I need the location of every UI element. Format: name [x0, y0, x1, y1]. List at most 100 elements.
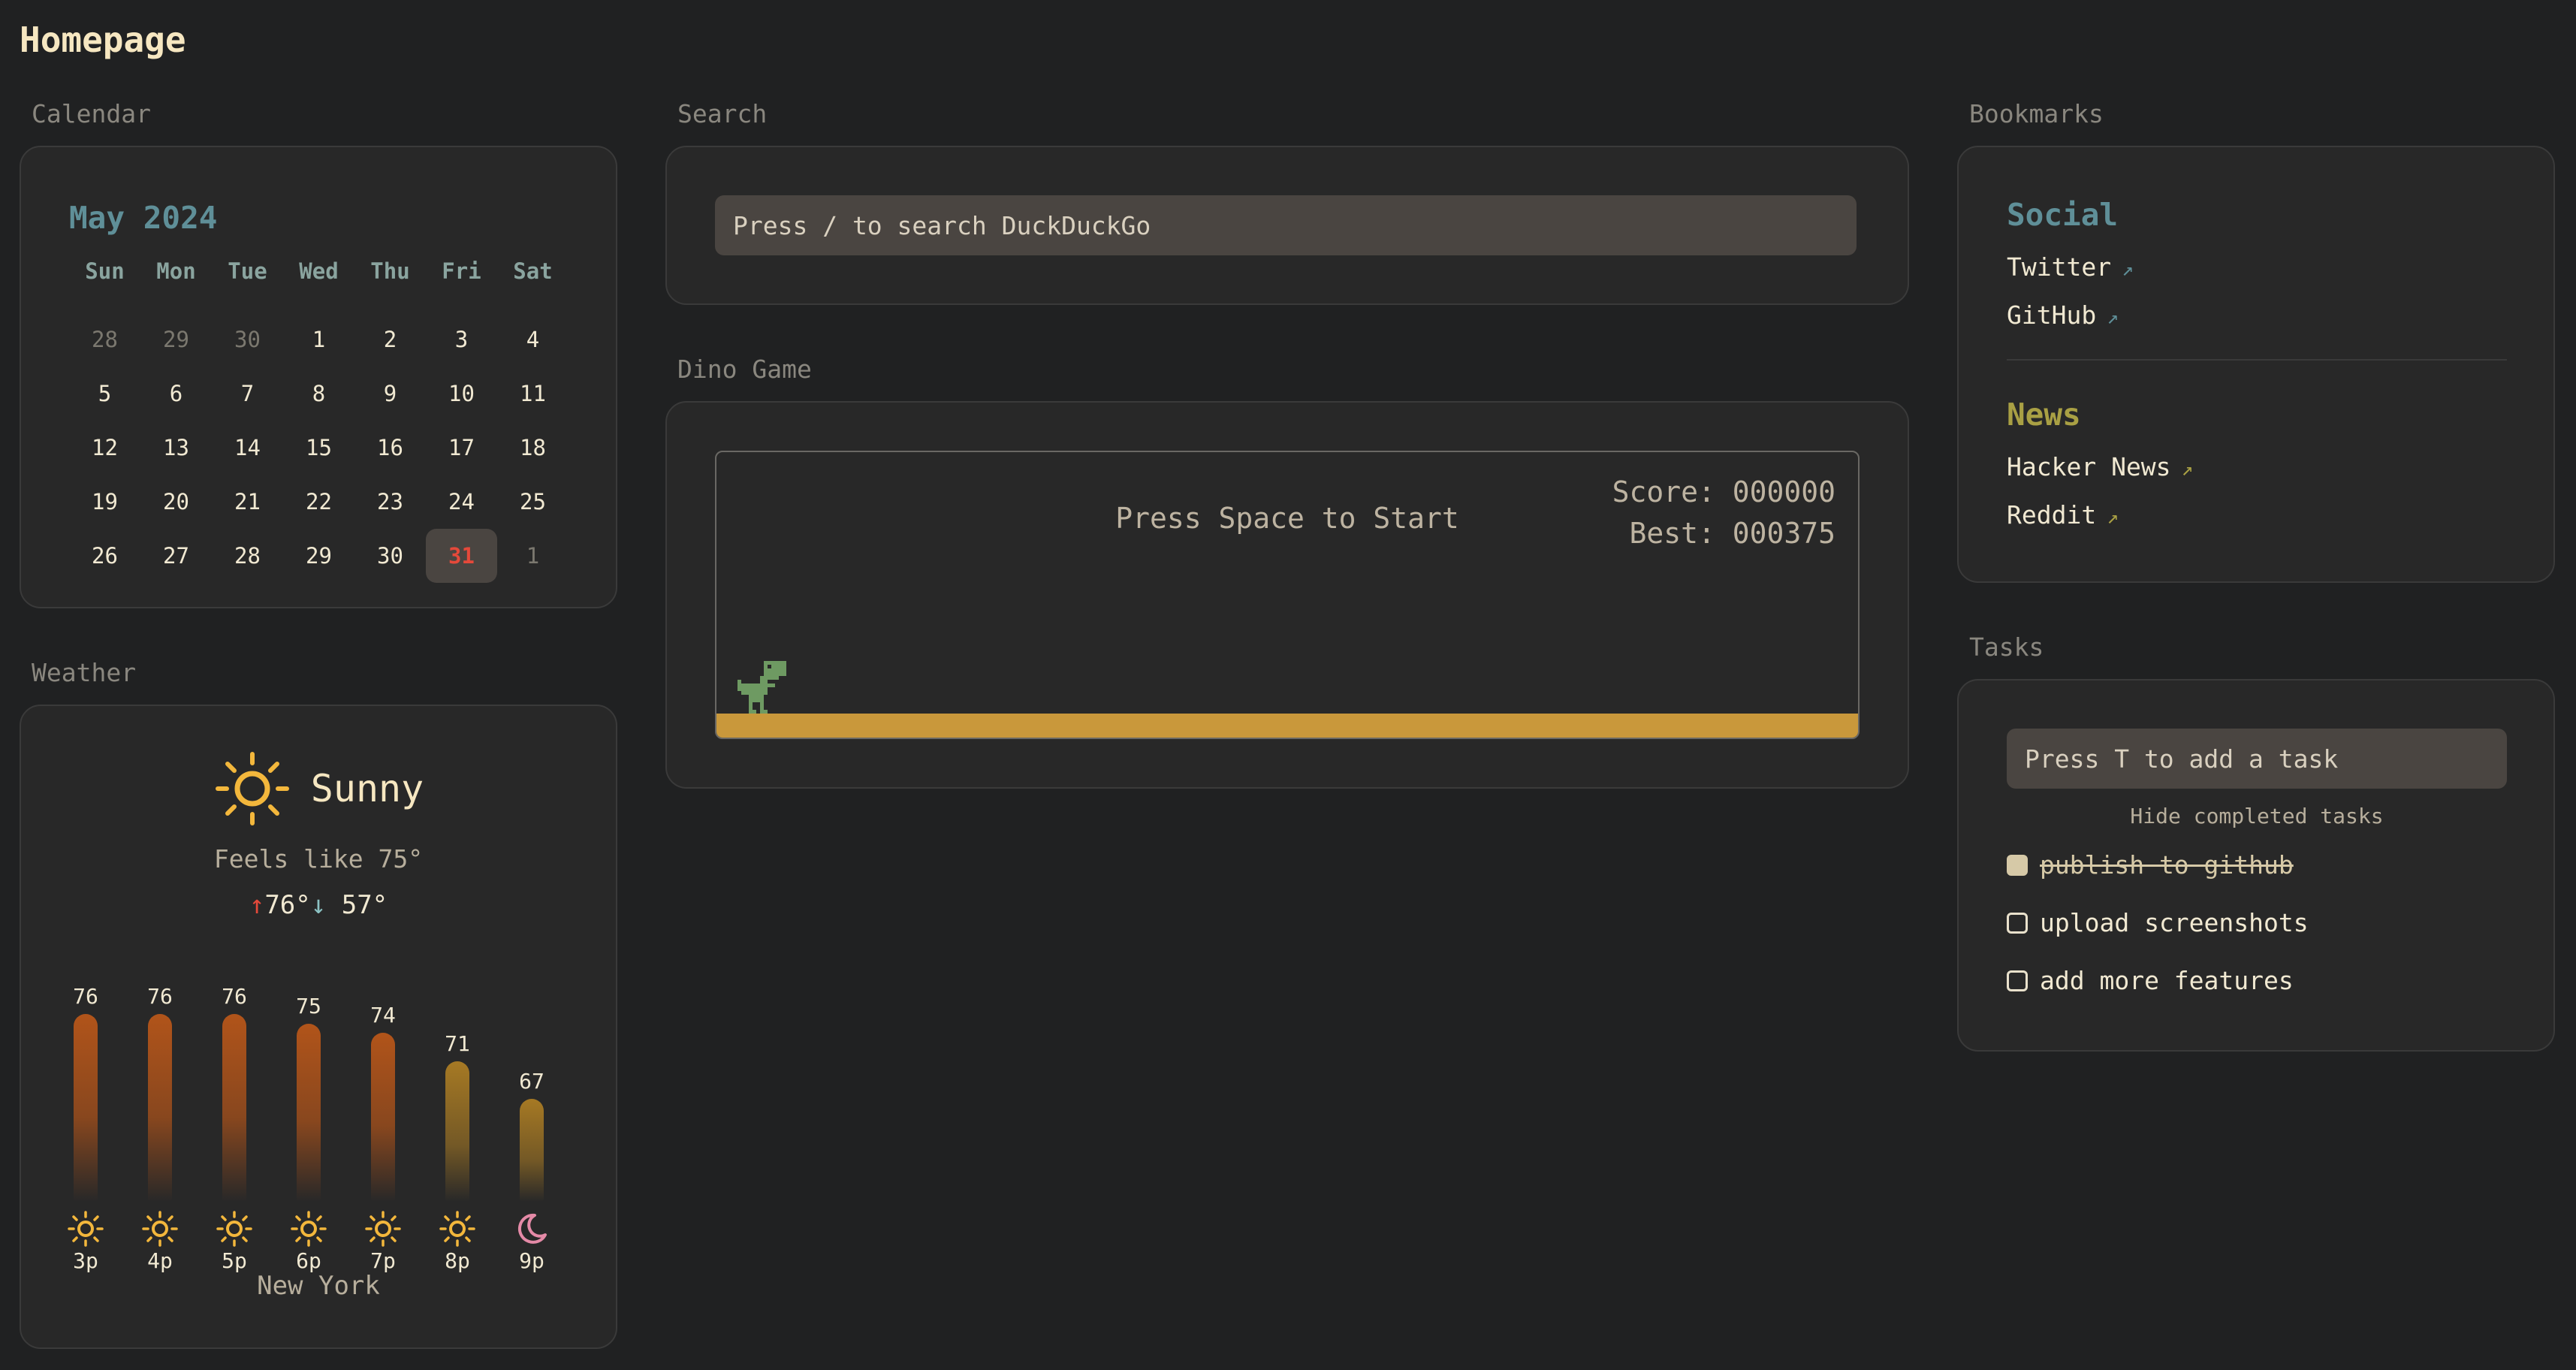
page-title: Homepage — [20, 20, 186, 60]
calendar-label: Calendar — [32, 99, 151, 128]
low-temp: 57° — [341, 890, 388, 920]
calendar-weekday: Fri — [442, 258, 481, 284]
calendar-day: 23 — [377, 489, 403, 515]
calendar-day: 29 — [163, 327, 189, 352]
calendar-day: 1 — [312, 327, 326, 352]
bookmark-group-social: Social — [2007, 197, 2119, 233]
calendar-weekday: Thu — [370, 258, 410, 284]
hourly-temp: 75 — [296, 993, 321, 1018]
sun-icon — [216, 1211, 252, 1247]
bookmarks-card: Social Twitter ↗ GitHub ↗ News Hacker News… — [1957, 146, 2555, 583]
calendar-day: 9 — [383, 381, 397, 406]
calendar-day: 18 — [520, 435, 546, 460]
dino-game-canvas[interactable]: Press Space to Start Score: 000000 Best:… — [715, 451, 1860, 739]
calendar-day: 12 — [92, 435, 118, 460]
sun-icon — [68, 1211, 104, 1247]
calendar-month: May 2024 — [69, 200, 218, 236]
calendar-day: 1 — [526, 543, 540, 569]
bookmark-divider — [2007, 359, 2507, 361]
hourly-time: 9p — [519, 1248, 544, 1273]
calendar-day: 20 — [163, 489, 189, 515]
task-input[interactable] — [2007, 729, 2507, 789]
task-checkbox[interactable] — [2007, 912, 2028, 934]
feels-like: Feels like 75° — [213, 844, 424, 874]
external-link-icon: ↗ — [2107, 506, 2119, 529]
calendar-weekday: Tue — [228, 258, 267, 284]
calendar-day: 26 — [92, 543, 118, 569]
search-label: Search — [677, 99, 768, 128]
task-item[interactable]: publish to github — [2007, 850, 2294, 880]
high-temp: 76° — [264, 890, 311, 920]
arrow-down-icon: ↓ — [310, 890, 327, 920]
weather-city: New York — [257, 1271, 380, 1301]
task-text: add more features — [2040, 966, 2294, 995]
weather-label: Weather — [32, 658, 137, 687]
hourly-item: 76 4p — [142, 954, 178, 1273]
hourly-temp: 74 — [370, 1003, 396, 1028]
calendar-today: 31 — [426, 529, 497, 583]
bookmark-reddit[interactable]: Reddit ↗ — [2007, 500, 2119, 530]
task-checkbox[interactable] — [2007, 854, 2028, 876]
sun-icon — [365, 1211, 401, 1247]
calendar-day: 8 — [312, 381, 326, 406]
bookmark-label: Hacker News — [2007, 452, 2171, 481]
hourly-item: 71 8p — [439, 954, 475, 1273]
hourly-time: 5p — [222, 1248, 247, 1273]
calendar-day: 27 — [163, 543, 189, 569]
calendar-day: 19 — [92, 489, 118, 515]
bookmark-label: GitHub — [2007, 300, 2097, 330]
calendar-day: 21 — [234, 489, 261, 515]
temperature-bar — [222, 1014, 246, 1202]
dino-label: Dino Game — [677, 355, 812, 384]
task-item[interactable]: add more features — [2007, 966, 2294, 995]
calendar-weekday: Mon — [156, 258, 196, 284]
hourly-temp: 71 — [445, 1031, 470, 1056]
task-checkbox[interactable] — [2007, 970, 2028, 991]
hourly-time: 7p — [370, 1248, 396, 1273]
sun-icon — [291, 1211, 327, 1247]
sun-icon — [439, 1211, 475, 1247]
bookmark-github[interactable]: GitHub ↗ — [2007, 300, 2119, 330]
high-low: ↑76°↓ 57° — [21, 890, 616, 920]
calendar-day: 28 — [234, 543, 261, 569]
temperature-bar — [445, 1061, 469, 1202]
task-text: upload screenshots — [2040, 908, 2309, 937]
bookmark-label: Twitter — [2007, 252, 2112, 282]
calendar-day: 24 — [448, 489, 475, 515]
tasks-card: Hide completed tasks publish to github u… — [1957, 679, 2555, 1052]
hourly-item: 74 7p — [365, 954, 401, 1273]
calendar-card: May 2024 Sun Mon Tue Wed Thu Fri Sat 28 29 30 1 2 3 4… — [20, 146, 617, 608]
search-input[interactable] — [715, 195, 1857, 255]
bookmark-twitter[interactable]: Twitter ↗ — [2007, 252, 2134, 282]
temperature-bar — [148, 1014, 172, 1202]
tasks-label: Tasks — [1969, 632, 2044, 662]
moon-icon — [517, 1213, 547, 1244]
calendar-day: 11 — [520, 381, 546, 406]
hourly-item: 75 6p — [291, 954, 327, 1273]
hide-completed-toggle[interactable]: Hide completed tasks — [2007, 804, 2507, 828]
calendar-day: 3 — [454, 327, 469, 352]
calendar-weekday: Sun — [85, 258, 125, 284]
bookmark-group-news: News — [2007, 397, 2081, 433]
calendar-day: 28 — [92, 327, 118, 352]
calendar-grid: Sun Mon Tue Wed Thu Fri Sat 28 29 30 1 2 3 4 5 6 7 8 9 10 11… — [69, 258, 569, 583]
hourly-temp: 76 — [222, 984, 247, 1009]
temperature-bar — [520, 1098, 544, 1202]
sun-icon — [142, 1211, 178, 1247]
calendar-day: 30 — [234, 327, 261, 352]
calendar-day: 7 — [240, 381, 255, 406]
weather-condition: Sunny — [310, 767, 424, 810]
external-link-icon: ↗ — [2181, 458, 2194, 481]
bookmark-hacker-news[interactable]: Hacker News ↗ — [2007, 452, 2193, 481]
calendar-day: 14 — [234, 435, 261, 460]
dino-ground — [716, 714, 1858, 738]
hourly-time: 8p — [445, 1248, 470, 1273]
task-item[interactable]: upload screenshots — [2007, 908, 2309, 937]
hourly-item: 76 3p — [68, 954, 104, 1273]
calendar-day: 5 — [98, 381, 112, 406]
calendar-day: 17 — [448, 435, 475, 460]
calendar-day: 4 — [526, 327, 540, 352]
calendar-day: 6 — [169, 381, 183, 406]
hourly-temp: 76 — [147, 984, 173, 1009]
arrow-up-icon: ↑ — [249, 890, 265, 920]
